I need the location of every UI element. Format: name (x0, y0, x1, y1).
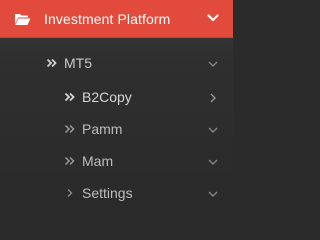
submenu-item-label: Settings (82, 185, 133, 201)
submenu: MT5 B2Copy Pamm Mam Settings (0, 38, 233, 216)
submenu-item-label: Mam (82, 153, 114, 169)
submenu-item-settings[interactable]: Settings (0, 177, 233, 209)
double-chevron-right-icon (64, 92, 75, 102)
submenu-item-label: B2Copy (82, 89, 132, 105)
chevron-right-icon[interactable] (207, 92, 219, 104)
chevron-down-icon[interactable] (207, 12, 219, 24)
chevron-down-icon[interactable] (207, 58, 219, 70)
menu-header-title: Investment Platform (44, 11, 171, 27)
submenu-item-pamm[interactable]: Pamm (0, 113, 233, 145)
chevron-down-icon[interactable] (207, 156, 219, 168)
folder-open-icon (15, 14, 31, 25)
chevron-right-icon (67, 189, 73, 197)
submenu-item-label: MT5 (64, 55, 92, 71)
submenu-item-mt5[interactable]: MT5 (0, 47, 233, 79)
chevron-down-icon[interactable] (207, 188, 219, 200)
sidebar-menu: Investment Platform MT5 B2Copy Pamm Mam … (0, 0, 233, 216)
submenu-item-label: Pamm (82, 121, 123, 137)
double-chevron-right-icon (64, 156, 75, 166)
submenu-item-b2copy[interactable]: B2Copy (0, 81, 233, 113)
submenu-item-mam[interactable]: Mam (0, 145, 233, 177)
chevron-down-icon[interactable] (207, 124, 219, 136)
double-chevron-right-icon (46, 58, 57, 68)
double-chevron-right-icon (64, 124, 75, 134)
menu-header-investment-platform[interactable]: Investment Platform (0, 0, 233, 38)
